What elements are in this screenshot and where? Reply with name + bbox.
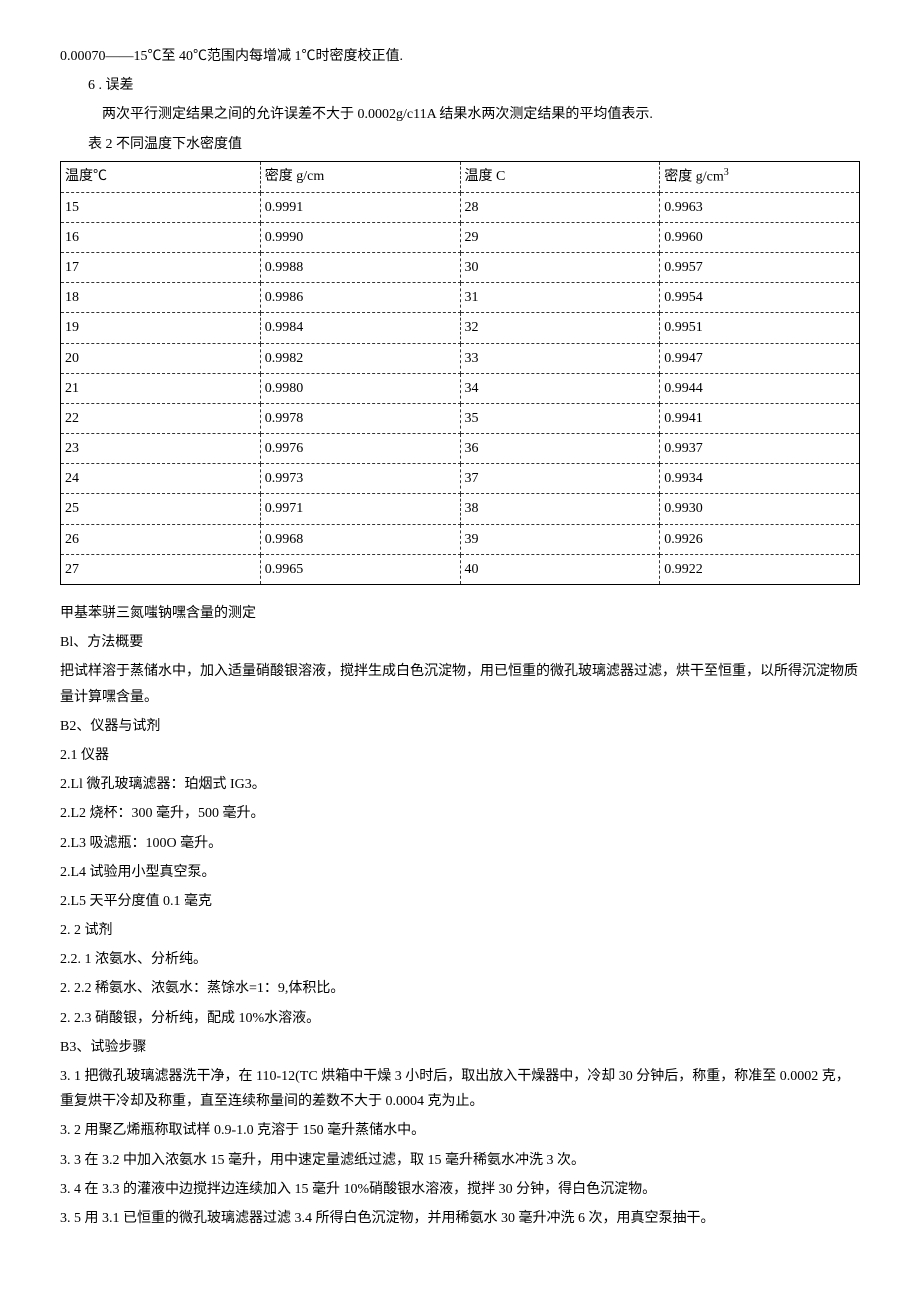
b3-2: 3. 2 用聚乙烯瓶称取试样 0.9-1.0 克溶于 150 毫升蒸储水中。 bbox=[60, 1118, 860, 1143]
cell: 0.9930 bbox=[660, 494, 860, 524]
cell: 0.9991 bbox=[260, 192, 460, 222]
cell: 17 bbox=[61, 252, 261, 282]
cell: 34 bbox=[460, 373, 660, 403]
cell: 0.9951 bbox=[660, 313, 860, 343]
cell: 35 bbox=[460, 403, 660, 433]
cell: 40 bbox=[460, 554, 660, 584]
cell: 24 bbox=[61, 464, 261, 494]
table-row: 170.9988300.9957 bbox=[61, 252, 860, 282]
table-header-row: 温度℃ 密度 g/cm 温度 C 密度 g/cm3 bbox=[61, 161, 860, 192]
cell: 0.9978 bbox=[260, 403, 460, 433]
cell: 23 bbox=[61, 434, 261, 464]
b3-4: 3. 4 在 3.3 的灌液中边搅拌边连续加入 15 毫升 10%硝酸银水溶液，… bbox=[60, 1177, 860, 1202]
cell: 37 bbox=[460, 464, 660, 494]
section-title: 甲基苯骈三氮嗤钠嘿含量的测定 bbox=[60, 601, 860, 626]
b2-l4: 2.L4 试验用小型真空泵。 bbox=[60, 860, 860, 885]
cell: 0.9926 bbox=[660, 524, 860, 554]
table-row: 210.9980340.9944 bbox=[61, 373, 860, 403]
b2-l1: 2.Ll 微孔玻璃滤器：珀烟式 IG3。 bbox=[60, 772, 860, 797]
b1-text: 把试样溶于蒸储水中，加入适量硝酸银溶液，搅拌生成白色沉淀物，用已恒重的微孔玻璃滤… bbox=[60, 659, 860, 709]
b2-2-3: 2. 2.3 硝酸银，分析纯，配成 10%水溶液。 bbox=[60, 1006, 860, 1031]
header-dens1-text: 密度 g/cm bbox=[265, 169, 325, 184]
table-row: 200.9982330.9947 bbox=[61, 343, 860, 373]
table-row: 150.9991280.9963 bbox=[61, 192, 860, 222]
col-header-temp1: 温度℃ bbox=[61, 161, 261, 192]
cell: 0.9973 bbox=[260, 464, 460, 494]
b2-l5: 2.L5 天平分度值 0.1 毫克 bbox=[60, 889, 860, 914]
col-header-dens2: 密度 g/cm3 bbox=[660, 161, 860, 192]
table-caption: 表 2 不同温度下水密度值 bbox=[60, 132, 860, 157]
col-header-dens1: 密度 g/cm bbox=[260, 161, 460, 192]
cell: 0.9968 bbox=[260, 524, 460, 554]
b2-1: 2.1 仪器 bbox=[60, 743, 860, 768]
cell: 27 bbox=[61, 554, 261, 584]
b3-1: 3. 1 把微孔玻璃滤器洗干净，在 110-12(TC 烘箱中干燥 3 小时后，… bbox=[60, 1064, 860, 1114]
cell: 33 bbox=[460, 343, 660, 373]
b3-5: 3. 5 用 3.1 已恒重的微孔玻璃滤器过滤 3.4 所得白色沉淀物，并用稀氨… bbox=[60, 1206, 860, 1231]
section-6-heading: 6 . 误差 bbox=[60, 73, 860, 98]
table-row: 160.9990290.9960 bbox=[61, 222, 860, 252]
cell: 0.9947 bbox=[660, 343, 860, 373]
b2-2-2: 2. 2.2 稀氨水、浓氨水：蒸馀水=1：9,体积比。 bbox=[60, 976, 860, 1001]
table-row: 270.9965400.9922 bbox=[61, 554, 860, 584]
section-6-text: 两次平行测定结果之间的允许误差不大于 0.0002g/c11A 结果水两次测定结… bbox=[60, 102, 860, 127]
b2-2-1: 2.2. 1 浓氨水、分析纯。 bbox=[60, 947, 860, 972]
header-dens2-sup: 3 bbox=[724, 167, 729, 178]
cell: 26 bbox=[61, 524, 261, 554]
col-header-temp2: 温度 C bbox=[460, 161, 660, 192]
cell: 0.9982 bbox=[260, 343, 460, 373]
b1-heading: Bl、方法概要 bbox=[60, 630, 860, 655]
cell: 36 bbox=[460, 434, 660, 464]
cell: 0.9954 bbox=[660, 283, 860, 313]
b2-2: 2. 2 试剂 bbox=[60, 918, 860, 943]
cell: 0.9960 bbox=[660, 222, 860, 252]
cell: 19 bbox=[61, 313, 261, 343]
cell: 0.9922 bbox=[660, 554, 860, 584]
cell: 0.9934 bbox=[660, 464, 860, 494]
cell: 38 bbox=[460, 494, 660, 524]
cell: 28 bbox=[460, 192, 660, 222]
cell: 0.9941 bbox=[660, 403, 860, 433]
b3-3: 3. 3 在 3.2 中加入浓氨水 15 毫升，用中速定量滤纸过滤，取 15 毫… bbox=[60, 1148, 860, 1173]
cell: 32 bbox=[460, 313, 660, 343]
table-row: 190.9984320.9951 bbox=[61, 313, 860, 343]
cell: 16 bbox=[61, 222, 261, 252]
b2-l3: 2.L3 吸滤瓶：100O 毫升。 bbox=[60, 831, 860, 856]
cell: 31 bbox=[460, 283, 660, 313]
cell: 0.9984 bbox=[260, 313, 460, 343]
table-row: 220.9978350.9941 bbox=[61, 403, 860, 433]
table-row: 250.9971380.9930 bbox=[61, 494, 860, 524]
table-row: 240.9973370.9934 bbox=[61, 464, 860, 494]
table-row: 260.9968390.9926 bbox=[61, 524, 860, 554]
b2-l2: 2.L2 烧杯：300 毫升，500 毫升。 bbox=[60, 801, 860, 826]
cell: 0.9957 bbox=[660, 252, 860, 282]
cell: 0.9944 bbox=[660, 373, 860, 403]
cell: 0.9980 bbox=[260, 373, 460, 403]
cell: 29 bbox=[460, 222, 660, 252]
cell: 15 bbox=[61, 192, 261, 222]
cell: 39 bbox=[460, 524, 660, 554]
cell: 0.9986 bbox=[260, 283, 460, 313]
density-correction-note: 0.00070——15℃至 40℃范围内每增减 1℃时密度校正值. bbox=[60, 44, 860, 69]
cell: 0.9937 bbox=[660, 434, 860, 464]
table-row: 180.9986310.9954 bbox=[61, 283, 860, 313]
cell: 0.9988 bbox=[260, 252, 460, 282]
cell: 0.9990 bbox=[260, 222, 460, 252]
b2-heading: B2、仪器与试剂 bbox=[60, 714, 860, 739]
cell: 22 bbox=[61, 403, 261, 433]
header-dens2-prefix: 密度 g/cm bbox=[664, 169, 724, 184]
cell: 20 bbox=[61, 343, 261, 373]
cell: 30 bbox=[460, 252, 660, 282]
cell: 0.9965 bbox=[260, 554, 460, 584]
table-row: 230.9976360.9937 bbox=[61, 434, 860, 464]
cell: 25 bbox=[61, 494, 261, 524]
density-table: 温度℃ 密度 g/cm 温度 C 密度 g/cm3 150.9991280.99… bbox=[60, 161, 860, 585]
cell: 0.9963 bbox=[660, 192, 860, 222]
cell: 0.9976 bbox=[260, 434, 460, 464]
b3-heading: B3、试验步骤 bbox=[60, 1035, 860, 1060]
cell: 18 bbox=[61, 283, 261, 313]
cell: 0.9971 bbox=[260, 494, 460, 524]
cell: 21 bbox=[61, 373, 261, 403]
